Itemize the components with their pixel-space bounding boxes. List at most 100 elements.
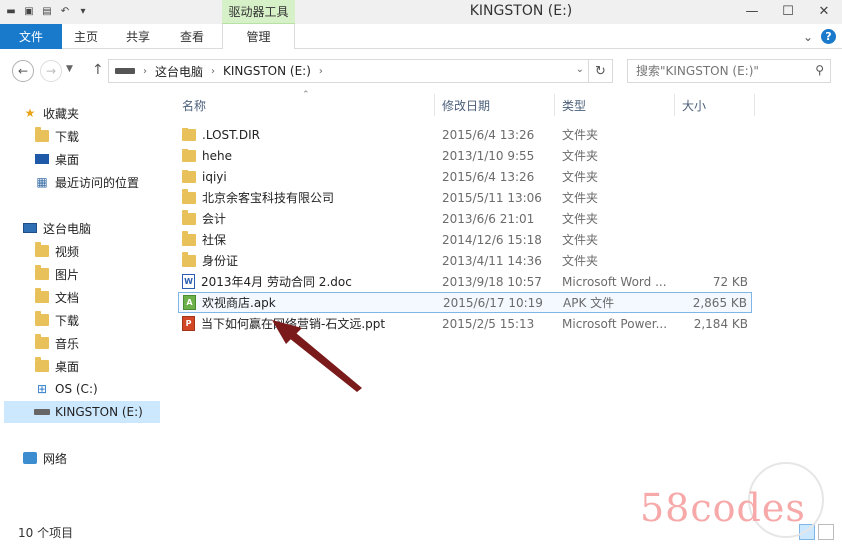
nav-item-downloads-fav[interactable]: 下载 xyxy=(34,125,194,147)
file-name-cell: P 当下如何赢在网络营销-石文远.ppt xyxy=(182,315,432,332)
tab-view[interactable]: 查看 xyxy=(166,24,218,49)
desktop-folder-icon xyxy=(34,357,50,374)
arrow-left-icon: ← xyxy=(17,64,29,78)
navigation-pane: ★ 收藏夹 下载 桌面 ▦ 最近访问的位置 这台电脑 视频 图片 文档 下载 音… xyxy=(0,90,170,510)
nav-item-kingston[interactable]: KINGSTON (E:) xyxy=(4,401,160,423)
window-title: KINGSTON (E:) xyxy=(469,3,573,19)
file-date: 2013/9/18 10:57 xyxy=(442,274,542,289)
file-name: 欢视商店.apk xyxy=(202,296,276,310)
forward-button[interactable]: → xyxy=(40,60,62,82)
file-date: 2015/6/4 13:26 xyxy=(442,127,535,142)
nav-item-recent[interactable]: ▦ 最近访问的位置 xyxy=(34,171,194,193)
nav-label: 下载 xyxy=(55,313,80,328)
file-name-cell: A 欢视商店.apk xyxy=(183,294,433,311)
folder-icon xyxy=(182,231,196,246)
close-button[interactable]: ✕ xyxy=(806,0,842,22)
column-divider[interactable] xyxy=(674,94,675,116)
folder-icon xyxy=(182,127,196,141)
file-size: 2,865 KB xyxy=(692,295,747,310)
up-arrow-icon[interactable]: ↑ xyxy=(92,62,104,78)
file-row[interactable]: 身份证 2013/4/11 14:36 文件夹 xyxy=(178,250,752,271)
nav-item-os-c[interactable]: ⊞ OS (C:) xyxy=(34,378,194,400)
file-name: hehe xyxy=(202,148,232,163)
breadcrumb-chevron-icon[interactable]: › xyxy=(143,66,147,77)
file-type: 文件夹 xyxy=(562,191,599,205)
nav-item-pictures[interactable]: 图片 xyxy=(34,263,194,285)
minimize-button[interactable]: — xyxy=(734,0,770,22)
file-row[interactable]: 会计 2013/6/6 21:01 文件夹 xyxy=(178,208,752,229)
nav-favorites[interactable]: ★ 收藏夹 xyxy=(22,102,182,124)
nav-item-desktop[interactable]: 桌面 xyxy=(34,355,194,377)
file-size: 72 KB xyxy=(712,274,748,289)
file-row[interactable]: A 欢视商店.apk 2015/6/17 10:19 APK 文件 2,865 KB xyxy=(178,292,752,313)
column-header-date[interactable]: 修改日期 xyxy=(442,94,490,116)
nav-item-music[interactable]: 音乐 xyxy=(34,332,194,354)
file-name-cell: 会计 xyxy=(182,210,432,227)
music-folder-icon xyxy=(34,334,50,351)
nav-item-desktop-fav[interactable]: 桌面 xyxy=(34,148,194,170)
file-type: 文件夹 xyxy=(562,212,599,226)
column-divider[interactable] xyxy=(434,94,435,116)
file-row[interactable]: iqiyi 2015/6/4 13:26 文件夹 xyxy=(178,166,752,187)
search-box[interactable]: ⚲ xyxy=(627,59,831,83)
chevron-down-icon[interactable]: ⌄ xyxy=(803,30,813,44)
file-type: 文件夹 xyxy=(562,149,599,163)
large-icons-view-icon[interactable] xyxy=(818,524,834,540)
search-input[interactable] xyxy=(636,64,806,78)
drive-icon xyxy=(115,68,135,74)
file-row[interactable]: W 2013年4月 劳动合同 2.doc 2013/9/18 10:57 Micros… xyxy=(178,271,752,292)
documents-folder-icon xyxy=(34,288,50,305)
folder-icon xyxy=(182,252,196,267)
file-date: 2013/6/6 21:01 xyxy=(442,211,535,226)
search-icon[interactable]: ⚲ xyxy=(815,63,824,77)
file-type: 文件夹 xyxy=(562,233,599,247)
refresh-icon[interactable]: ↻ xyxy=(588,60,612,82)
tab-manage[interactable]: 管理 xyxy=(222,24,295,49)
breadcrumb-kingston[interactable]: KINGSTON (E:) xyxy=(223,64,311,78)
recent-locations-chevron-icon[interactable]: ▼ xyxy=(66,64,73,74)
address-bar[interactable]: › 这台电脑 › KINGSTON (E:) › ⌄ ↻ xyxy=(108,59,613,83)
file-name-cell: 社保 xyxy=(182,231,432,248)
column-divider[interactable] xyxy=(554,94,555,116)
breadcrumb-chevron-icon[interactable]: › xyxy=(319,66,323,77)
maximize-button[interactable]: ☐ xyxy=(770,0,806,22)
videos-folder-icon xyxy=(34,242,50,259)
file-name-cell: W 2013年4月 劳动合同 2.doc xyxy=(182,273,432,290)
address-row: ← → ▼ ↑ › 这台电脑 › KINGSTON (E:) › ⌄ ↻ ⚲ xyxy=(0,50,842,90)
windows-drive-icon: ⊞ xyxy=(36,382,48,396)
file-row[interactable]: .LOST.DIR 2015/6/4 13:26 文件夹 xyxy=(178,124,752,145)
apk-icon: A xyxy=(183,295,196,310)
column-header-size[interactable]: 大小 xyxy=(682,94,706,116)
file-date: 2015/2/5 15:13 xyxy=(442,316,535,331)
file-row[interactable]: P 当下如何赢在网络营销-石文远.ppt 2015/2/5 15:13 Microso… xyxy=(178,313,752,334)
breadcrumb-this-pc[interactable]: 这台电脑 xyxy=(155,63,203,80)
nav-this-pc[interactable]: 这台电脑 xyxy=(22,217,182,239)
breadcrumb-chevron-icon[interactable]: › xyxy=(211,66,215,77)
back-button[interactable]: ← xyxy=(12,60,34,82)
nav-item-videos[interactable]: 视频 xyxy=(34,240,194,262)
nav-item-downloads[interactable]: 下载 xyxy=(34,309,194,331)
column-header-name[interactable]: 名称 xyxy=(182,94,206,116)
file-row[interactable]: 社保 2014/12/6 15:18 文件夹 xyxy=(178,229,752,250)
nav-label: 下载 xyxy=(55,129,80,144)
tab-file[interactable]: 文件 xyxy=(0,24,62,49)
file-row[interactable]: 北京余客宝科技有限公司 2015/5/11 13:06 文件夹 xyxy=(178,187,752,208)
file-date: 2014/12/6 15:18 xyxy=(442,232,542,247)
file-name: 会计 xyxy=(202,212,227,226)
column-divider[interactable] xyxy=(754,94,755,116)
file-date: 2013/1/10 9:55 xyxy=(442,148,535,163)
file-name: 身份证 xyxy=(202,254,239,268)
desktop-icon xyxy=(34,151,50,167)
folder-icon xyxy=(182,169,196,183)
nav-item-documents[interactable]: 文档 xyxy=(34,286,194,308)
tab-home[interactable]: 主页 xyxy=(62,24,110,49)
file-row[interactable]: hehe 2013/1/10 9:55 文件夹 xyxy=(178,145,752,166)
tab-share[interactable]: 共享 xyxy=(112,24,164,49)
file-size: 2,184 KB xyxy=(693,316,748,331)
file-name: 2013年4月 劳动合同 2.doc xyxy=(201,275,352,289)
nav-network[interactable]: 网络 xyxy=(22,447,182,469)
folder-icon xyxy=(182,148,196,162)
address-dropdown-icon[interactable]: ⌄ xyxy=(576,64,584,75)
help-icon[interactable]: ? xyxy=(821,29,836,44)
column-header-type[interactable]: 类型 xyxy=(562,94,586,116)
